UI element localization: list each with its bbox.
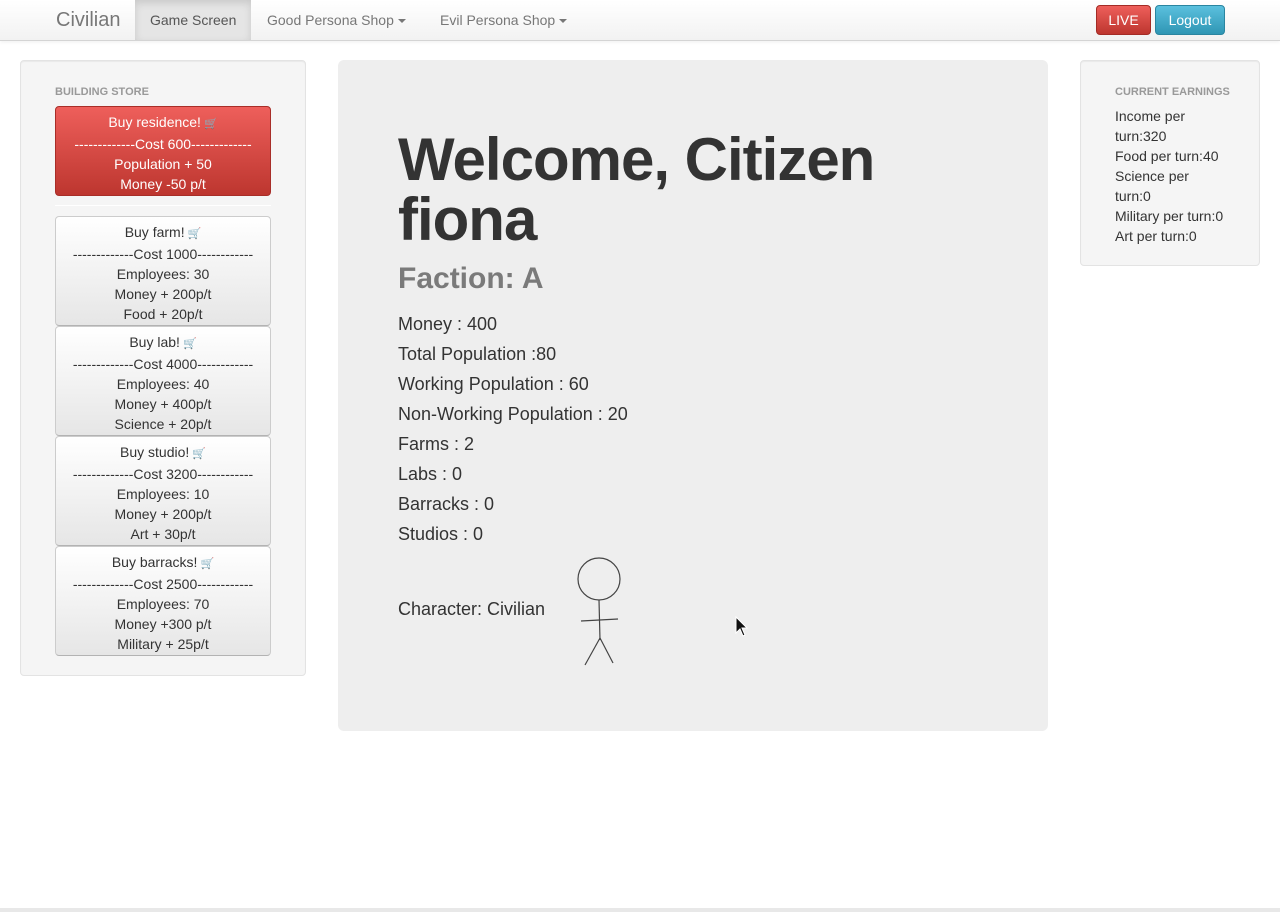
top-navbar: Civilian Game Screen Good Persona Shop E… xyxy=(0,0,1280,41)
stat-barracks: Barracks : 0 xyxy=(398,494,495,514)
nav-good-persona-shop[interactable]: Good Persona Shop xyxy=(252,0,421,40)
buy-farm-cost: -------------Cost 1000------------ xyxy=(72,246,254,262)
buy-studio-cost: -------------Cost 3200------------ xyxy=(72,466,254,482)
nav-good-persona-shop-label: Good Persona Shop xyxy=(267,12,394,28)
brand-link[interactable]: Civilian xyxy=(56,9,120,32)
shopping-cart-icon: 🛒 xyxy=(192,448,206,460)
earnings-line: Income per xyxy=(1115,108,1186,124)
game-hero-panel: Welcome, Citizen fiona Faction: A Money … xyxy=(338,60,1048,731)
current-earnings-header: CURRENT EARNINGS xyxy=(1115,86,1230,98)
earnings-line: Science per xyxy=(1115,168,1189,184)
buy-lab-button[interactable]: Buy lab! 🛒 -------------Cost 4000--------… xyxy=(55,326,271,436)
earnings-line: Military per turn:0 xyxy=(1115,208,1224,224)
mouse-cursor-icon xyxy=(735,616,749,637)
logout-button[interactable]: Logout xyxy=(1155,5,1225,35)
buy-studio-art: Art + 30p/t xyxy=(130,526,196,542)
shopping-cart-icon: 🛒 xyxy=(187,228,202,240)
stat-non-working-population: Non-Working Population : 20 xyxy=(398,404,628,424)
buy-residence-cost: -------------Cost 600------------- xyxy=(74,136,252,152)
earnings-line: turn:320 xyxy=(1115,128,1167,144)
stat-money: Money : 400 xyxy=(398,314,498,334)
earnings-line: Art per turn:0 xyxy=(1115,228,1197,244)
buy-farm-employees: Employees: 30 xyxy=(116,266,210,282)
earnings-line: Food per turn:40 xyxy=(1115,148,1219,164)
buy-residence-money: Money -50 p/t xyxy=(120,176,206,192)
nav-game-screen[interactable]: Game Screen xyxy=(135,0,252,40)
stick-figure-icon xyxy=(577,557,621,666)
stat-working-population: Working Population : 60 xyxy=(398,374,589,394)
nav-evil-persona-shop[interactable]: Evil Persona Shop xyxy=(425,0,582,40)
buy-farm-money: Money + 200p/t xyxy=(114,286,212,302)
current-earnings-panel: CURRENT EARNINGS Income per turn:320 Foo… xyxy=(1080,60,1260,266)
buy-lab-title: Buy lab! 🛒 xyxy=(56,332,270,354)
shopping-cart-icon: 🛒 xyxy=(182,338,197,350)
chevron-down-icon xyxy=(559,19,568,24)
buy-farm-button[interactable]: Buy farm! 🛒 -------------Cost 1000-------… xyxy=(55,216,271,326)
buy-barracks-employees: Employees: 70 xyxy=(116,596,210,612)
buy-farm-title: Buy farm! 🛒 xyxy=(56,222,270,244)
character-label: Character: Civilian xyxy=(398,599,546,619)
live-button[interactable]: LIVE xyxy=(1096,5,1151,35)
buy-barracks-title: Buy barracks! 🛒 xyxy=(56,552,270,574)
earnings-line: turn:0 xyxy=(1115,188,1151,204)
stat-total-population: Total Population :80 xyxy=(398,344,557,364)
chevron-down-icon xyxy=(397,19,406,24)
buy-farm-food: Food + 20p/t xyxy=(123,306,203,322)
buy-barracks-cost: -------------Cost 2500------------ xyxy=(72,576,254,592)
buy-lab-cost: -------------Cost 4000------------ xyxy=(72,356,254,372)
buy-residence-title: Buy residence! 🛒 xyxy=(56,112,270,134)
building-store-header: BUILDING STORE xyxy=(55,86,149,98)
building-store-panel: BUILDING STORE Buy residence! 🛒 ---------… xyxy=(20,60,306,676)
shopping-cart-icon: 🛒 xyxy=(203,118,218,130)
stat-labs: Labs : 0 xyxy=(398,464,463,484)
buy-studio-employees: Employees: 10 xyxy=(116,486,210,502)
earnings-list: Income per turn:320 Food per turn:40 Sci… xyxy=(1115,106,1261,246)
nav-game-screen-label: Game Screen xyxy=(150,12,237,28)
stat-farms: Farms : 2 xyxy=(398,434,475,454)
buy-studio-money: Money + 200p/t xyxy=(114,506,212,522)
buy-residence-population: Population + 50 xyxy=(114,156,212,172)
page-bottom-edge xyxy=(0,908,1280,912)
buy-barracks-military: Military + 25p/t xyxy=(117,636,209,652)
buy-barracks-button[interactable]: Buy barracks! 🛒 -------------Cost 2500---… xyxy=(55,546,271,656)
stat-studios: Studios : 0 xyxy=(398,524,484,544)
buy-residence-button[interactable]: Buy residence! 🛒 -------------Cost 600---… xyxy=(55,106,271,196)
welcome-heading: Welcome, Citizen fiona xyxy=(398,126,875,253)
nav-evil-persona-shop-label: Evil Persona Shop xyxy=(440,12,556,28)
shopping-cart-icon: 🛒 xyxy=(200,558,215,570)
faction-heading: Faction: A xyxy=(398,262,544,295)
buy-lab-employees: Employees: 40 xyxy=(116,376,210,392)
buy-lab-money: Money + 400p/t xyxy=(114,396,212,412)
buy-lab-science: Science + 20p/t xyxy=(114,416,212,432)
buy-barracks-money: Money +300 p/t xyxy=(114,616,212,632)
buy-studio-button[interactable]: Buy studio! 🛒 -------------Cost 3200-----… xyxy=(55,436,271,546)
buy-studio-title: Buy studio! 🛒 xyxy=(56,442,270,464)
divider xyxy=(55,205,271,206)
